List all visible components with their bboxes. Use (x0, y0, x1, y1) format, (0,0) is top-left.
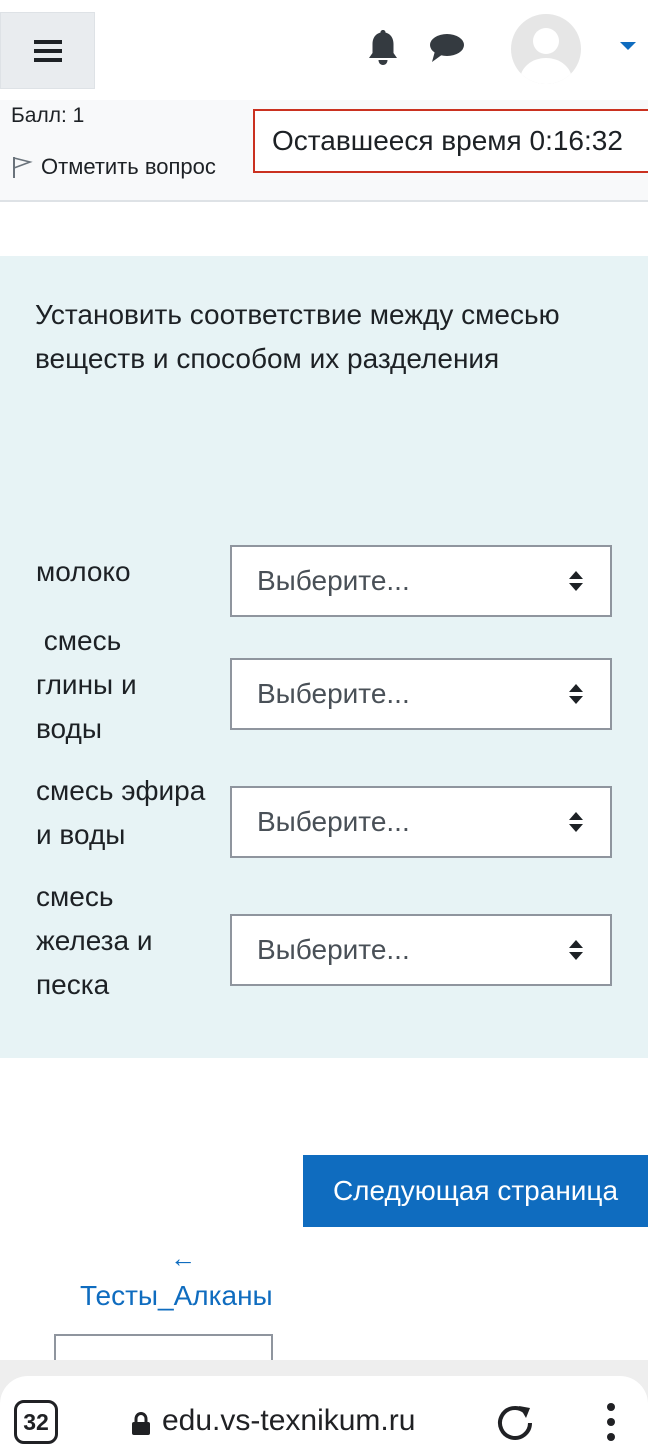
flag-icon (13, 156, 33, 178)
next-page-button[interactable]: Следующая страница (303, 1155, 648, 1227)
match-select-1[interactable]: Выберите... (230, 545, 612, 617)
match-label-1: молоко (36, 556, 131, 587)
match-label-4: смесь железа и песка (36, 881, 153, 1000)
more-options-icon[interactable] (604, 1402, 618, 1442)
left-arrow-icon[interactable]: ← (170, 1243, 196, 1274)
match-select-value: Выберите... (257, 565, 410, 596)
user-icon (520, 28, 572, 84)
tab-switcher-button[interactable]: 32 (14, 1400, 58, 1444)
match-select-value: Выберите... (257, 934, 410, 965)
score-label: Балл: 1 (11, 104, 85, 127)
match-select-4[interactable]: Выберите... (230, 914, 612, 986)
previous-activity-link[interactable]: Тесты_Алканы (80, 1280, 273, 1312)
reload-icon[interactable] (494, 1402, 536, 1444)
select-arrows-icon (569, 812, 583, 832)
select-arrows-icon (569, 571, 583, 591)
avatar[interactable] (511, 14, 581, 84)
match-select-value: Выберите... (257, 678, 410, 709)
caret-down-icon[interactable] (620, 42, 636, 50)
question-text: Установить соответствие между смесью вещ… (35, 299, 560, 374)
url-text[interactable]: edu.vs-texnikum.ru (162, 1404, 415, 1438)
tab-count: 32 (23, 1408, 49, 1435)
match-label-3: смесь эфира и воды (36, 775, 206, 850)
select-arrows-icon (569, 684, 583, 704)
menu-button[interactable] (0, 12, 95, 89)
flag-question-label: Отметить вопрос (41, 154, 216, 179)
lock-icon (132, 1412, 150, 1435)
bell-icon[interactable] (366, 28, 400, 66)
match-select-value: Выберите... (257, 806, 410, 837)
match-select-3[interactable]: Выберите... (230, 786, 612, 858)
timer-text: Оставшееся время 0:16:32 (272, 125, 623, 156)
hamburger-icon (33, 39, 62, 62)
match-label-2: смесь глины и воды (36, 625, 145, 744)
chat-icon[interactable] (429, 32, 465, 64)
select-arrows-icon (569, 940, 583, 960)
flag-question-link[interactable]: Отметить вопрос (11, 154, 216, 180)
quiz-timer: Оставшееся время 0:16:32 (253, 109, 648, 173)
match-select-2[interactable]: Выберите... (230, 658, 612, 730)
